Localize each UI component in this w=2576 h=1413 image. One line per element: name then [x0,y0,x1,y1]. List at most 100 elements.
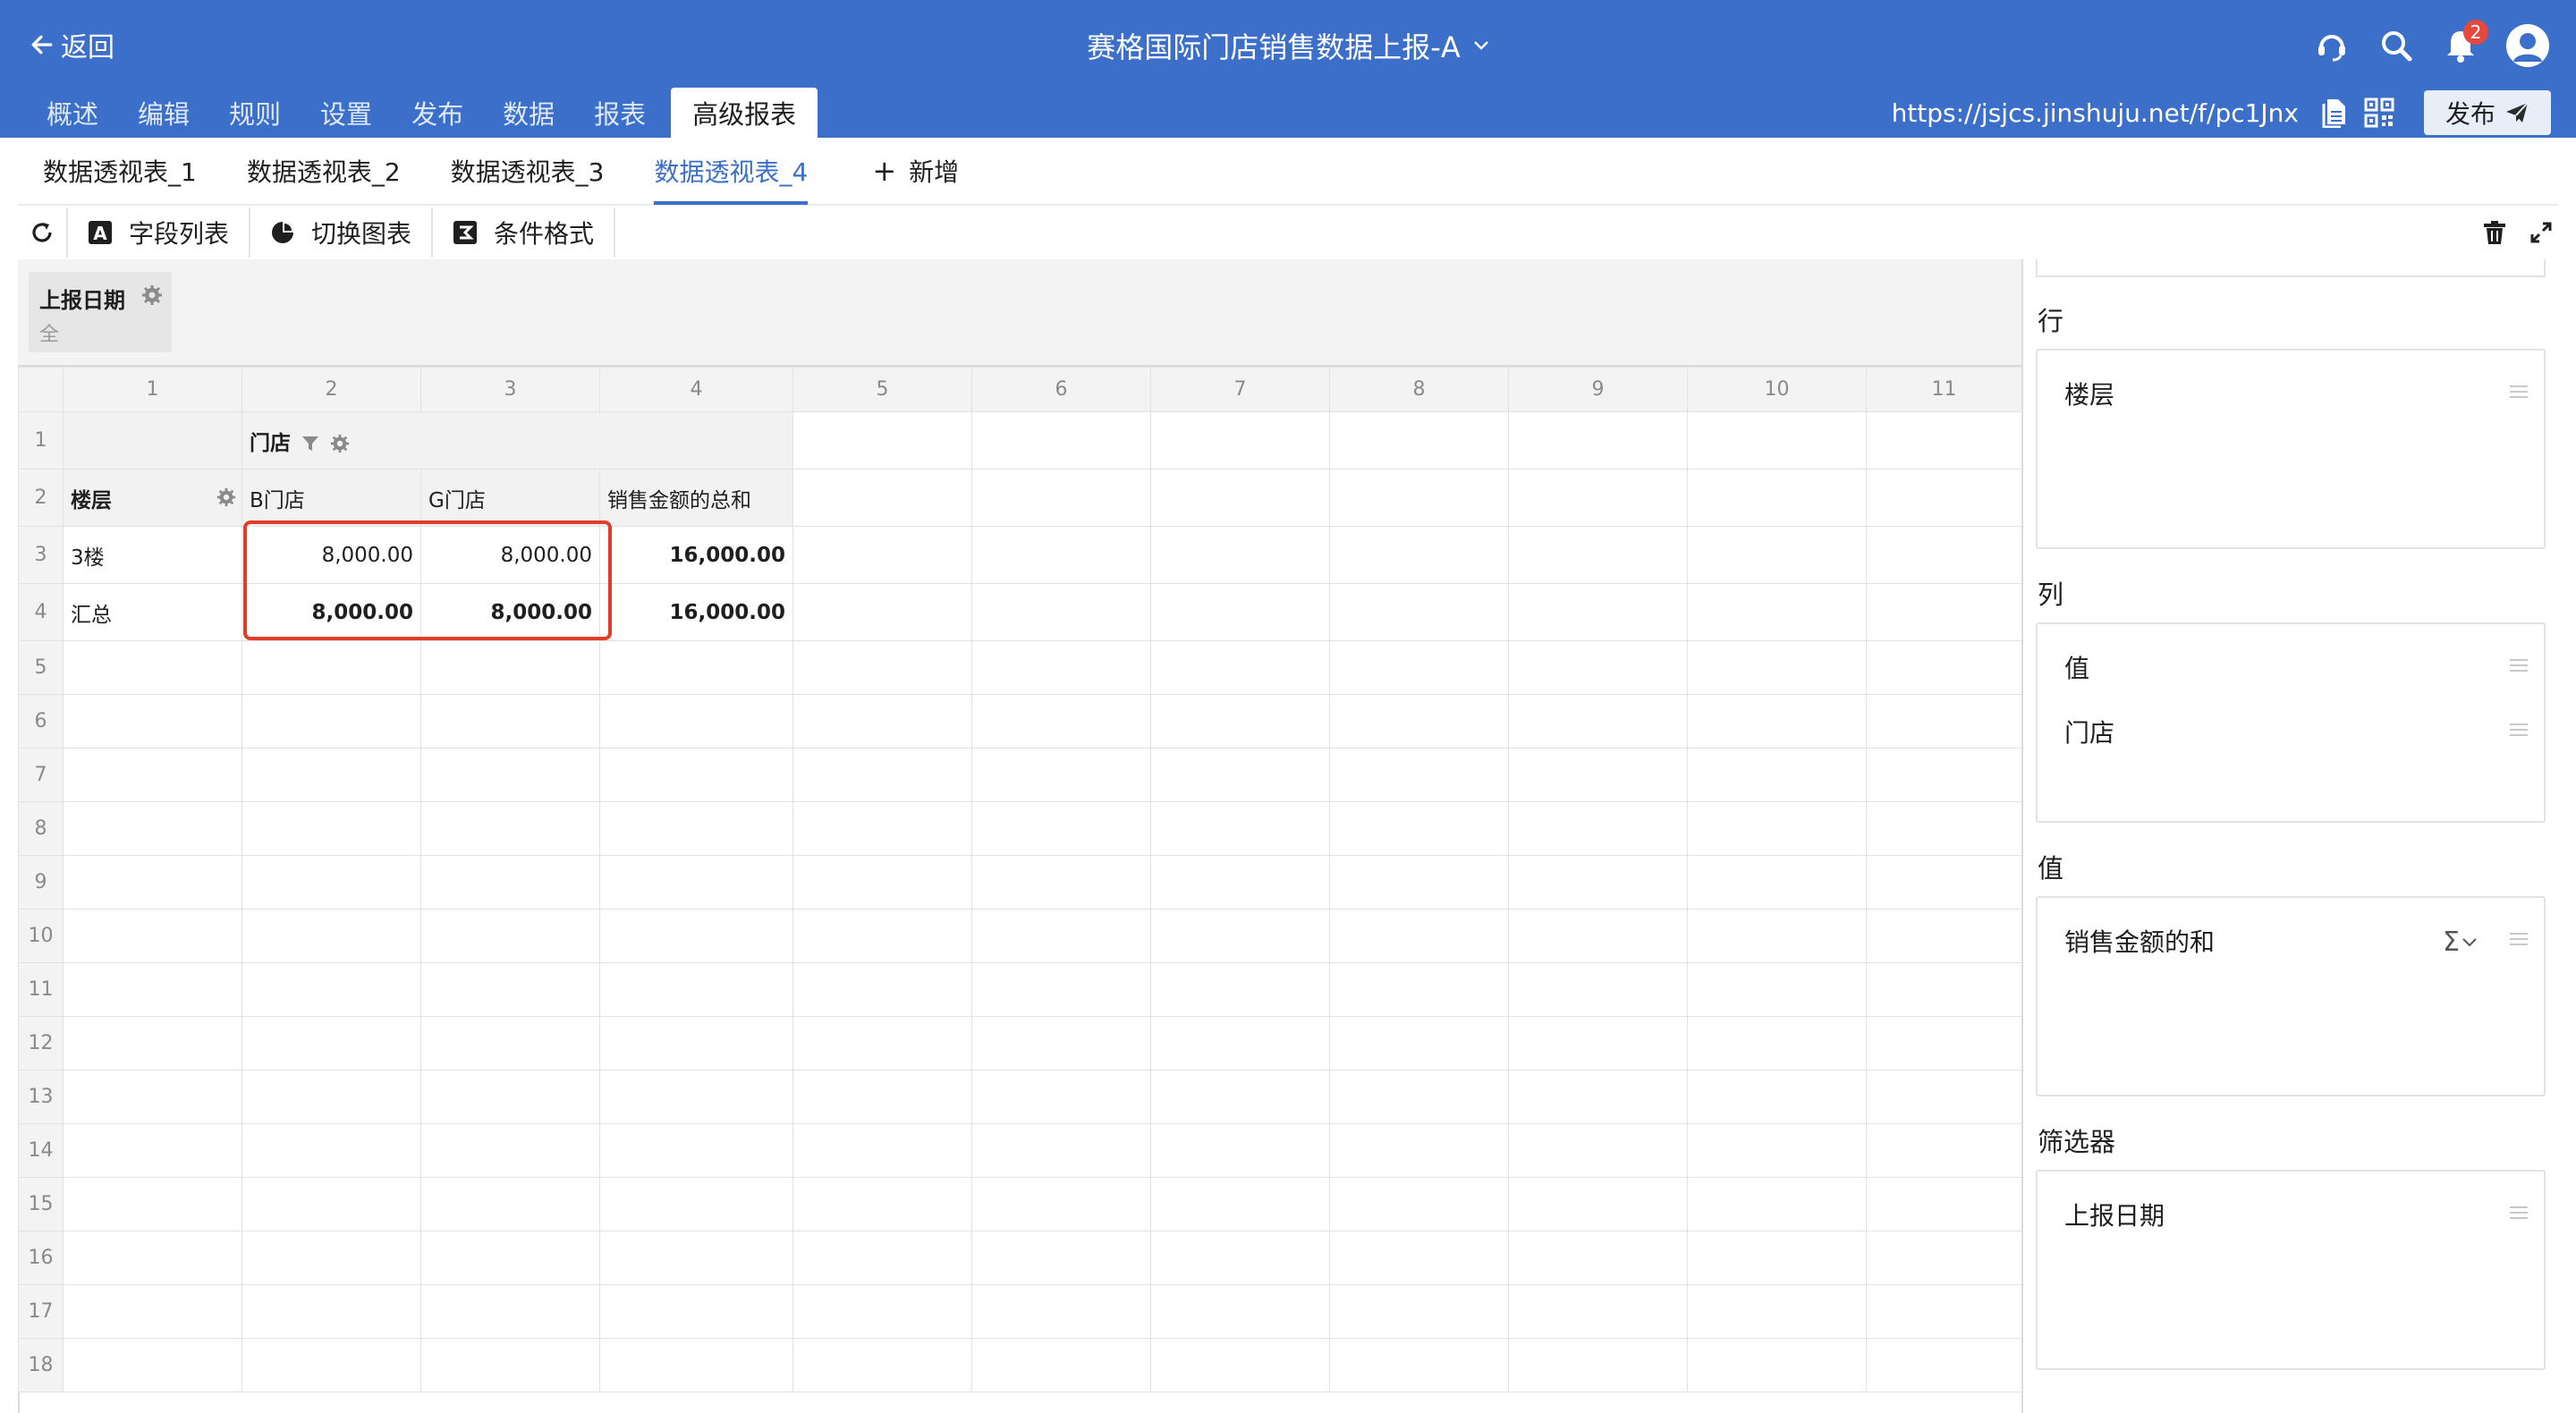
grid-cell[interactable] [1508,694,1688,749]
grid-cell[interactable] [599,1070,793,1124]
gear-icon[interactable] [216,487,236,507]
grid-cell[interactable] [971,1231,1151,1285]
row-number[interactable]: 7 [18,748,64,802]
values-field-item[interactable]: 销售金额的和 Σ [2064,921,2529,960]
rows-drop-zone[interactable]: 楼层 [2036,349,2546,549]
grid-cell[interactable] [242,1070,421,1124]
column-header[interactable]: 6 [971,367,1151,412]
grid-cell[interactable] [1329,411,1509,470]
grid-cell[interactable] [242,1231,421,1285]
grid-cell[interactable] [1508,1284,1688,1339]
grid-cell[interactable] [63,1177,242,1231]
grid-cell[interactable] [1687,1338,1867,1392]
grid-cell[interactable] [1508,469,1688,527]
grid-cell[interactable] [1866,855,2022,910]
grid-cell[interactable] [63,748,242,802]
grid-cell[interactable] [1687,469,1867,527]
notification-bell-icon[interactable]: 2 [2442,20,2488,64]
column-header[interactable]: 2 [242,367,421,412]
grid-cell[interactable] [1508,748,1688,802]
grid-cell[interactable] [1866,748,2022,802]
grid-cell[interactable] [599,909,793,963]
grid-cell[interactable] [1687,1070,1867,1124]
grid-cell[interactable] [1150,1231,1330,1285]
grid-cell[interactable] [242,1016,421,1070]
column-header[interactable]: 7 [1150,367,1330,412]
grid-cell[interactable] [63,801,242,856]
grid-cell[interactable] [242,1177,421,1231]
grid-cell[interactable] [1866,640,2022,695]
column-header[interactable]: 8 [1329,367,1509,412]
grid-cell[interactable] [1329,1016,1509,1070]
grid-cell[interactable] [971,1123,1151,1178]
grid-cell[interactable] [971,583,1151,641]
grid-cell[interactable] [1150,748,1330,802]
expand-icon[interactable] [2529,221,2553,244]
grid-cell[interactable] [599,1231,793,1285]
grid-cell[interactable] [1687,640,1867,695]
sheet-tab-4[interactable]: 数据透视表_4 [629,137,833,205]
grid-cell[interactable] [1150,694,1330,749]
grid-cell[interactable] [63,1284,242,1339]
conditional-format-button[interactable]: 条件格式 [433,207,616,258]
grid-cell[interactable] [1329,583,1509,641]
grid-cell[interactable] [792,583,972,641]
user-avatar[interactable] [2506,24,2549,67]
grid-cell[interactable] [1508,411,1688,470]
grid-cell[interactable] [971,469,1151,527]
grid-cell[interactable] [792,1338,972,1392]
grid-cell[interactable] [792,909,972,963]
grid-cell[interactable] [242,640,421,695]
grid-cell[interactable] [1687,801,1867,856]
row-number[interactable]: 1 [18,411,64,470]
grid-cell[interactable] [1687,1016,1867,1070]
grid-cell[interactable] [1329,1338,1509,1392]
column-field-cell[interactable]: 门店 [242,411,793,470]
grid-cell[interactable] [63,855,242,910]
drag-handle-icon[interactable] [2508,1204,2529,1222]
rows-field-item[interactable]: 楼层 [2064,374,2529,413]
grid-cell[interactable] [792,526,972,584]
grid-cell[interactable] [420,748,600,802]
grid-cell[interactable] [599,1338,793,1392]
grid-cell[interactable] [1150,1070,1330,1124]
nav-tab-reports[interactable]: 报表 [574,88,665,138]
grid-cell[interactable] [1866,411,2022,470]
grid-cell[interactable] [1150,909,1330,963]
back-button[interactable]: 返回 [30,25,114,64]
grid-cell[interactable] [1508,583,1688,641]
grid-cell[interactable] [1329,855,1509,910]
grid-cell[interactable] [63,1123,242,1178]
grid-cell[interactable] [63,1231,242,1285]
grid-cell[interactable] [599,748,793,802]
drag-handle-icon[interactable] [2508,383,2529,401]
grid-cell[interactable] [420,1231,600,1285]
grid-cell[interactable] [63,1070,242,1124]
column-header[interactable]: 4 [599,367,793,412]
column-value-header[interactable]: B门店 [242,469,421,527]
nav-tab-advanced-reports[interactable]: 高级报表 [671,88,818,138]
add-sheet-button[interactable]: + 新增 [847,137,984,205]
grid-cell[interactable] [1150,1016,1330,1070]
gear-icon[interactable] [141,284,163,306]
grid-cell[interactable] [1687,1177,1867,1231]
grid-cell[interactable] [792,748,972,802]
row-number[interactable]: 4 [18,583,64,641]
grid-cell[interactable] [792,855,972,910]
grid-cell[interactable] [971,1070,1151,1124]
grid-cell[interactable] [1329,1284,1509,1339]
grid-cell[interactable] [1508,962,1688,1017]
grid-cell[interactable] [792,801,972,856]
grid-cell[interactable] [1150,640,1330,695]
row-number[interactable]: 13 [18,1070,64,1124]
columns-field-item[interactable]: 值 [2064,647,2529,687]
switch-chart-button[interactable]: 切换图表 [250,207,434,258]
grid-cell[interactable] [599,855,793,910]
row-number[interactable]: 11 [18,962,64,1017]
nav-tab-settings[interactable]: 设置 [301,88,392,138]
grid-cell[interactable] [971,694,1151,749]
grid-cell[interactable] [242,1338,421,1392]
grid-cell[interactable] [63,1016,242,1070]
grid-cell[interactable] [1508,1123,1688,1178]
grid-cell[interactable] [971,1177,1151,1231]
